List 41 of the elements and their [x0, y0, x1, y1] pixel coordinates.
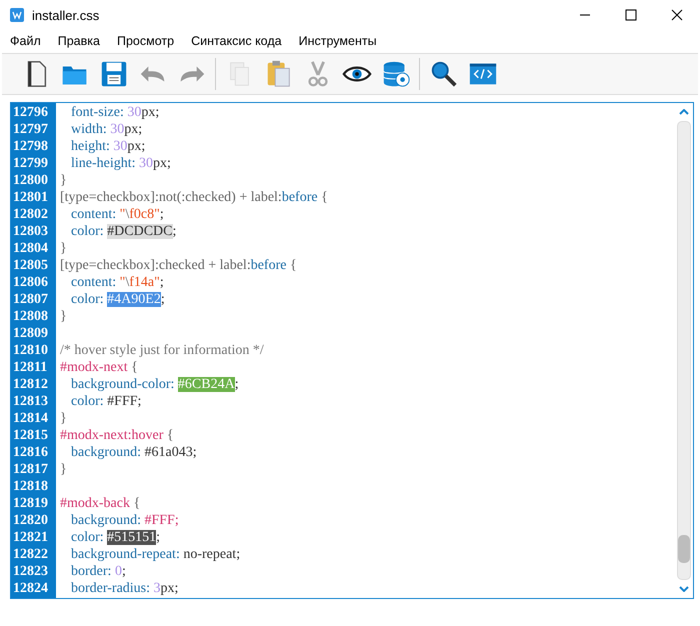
code-line: content: "\f14a"; — [70, 274, 164, 291]
menu-item[interactable]: Инструменты — [290, 34, 386, 48]
code-line: } — [59, 410, 67, 427]
menu-item[interactable]: Просмотр — [108, 34, 184, 48]
code-line: color: #4A90E2; — [70, 291, 165, 308]
code-line: [type=checkbox]:checked + label:before { — [59, 257, 297, 274]
menu-item[interactable]: Синтаксис кода — [183, 34, 291, 48]
code-line: line-height: 30px; — [70, 155, 171, 172]
code-line: color: #515151; — [70, 529, 160, 546]
code-line: content: "\f0c8"; — [70, 206, 164, 223]
app-icon — [10, 8, 24, 22]
code-line: [type=checkbox]:not(:checked) + label:before { — [59, 189, 328, 206]
code-line: background-color: #6CB24A; — [70, 376, 239, 393]
caret-down-icon — [679, 586, 689, 592]
scrollbar-thumb[interactable] — [678, 535, 690, 563]
code-line: } — [59, 240, 67, 257]
code-line: height: 30px; — [70, 138, 146, 155]
code-line: /* hover style just for information */ — [59, 342, 264, 359]
code-line: font-size: 30px; — [70, 104, 160, 121]
code-line: background: #61a043; — [70, 444, 197, 461]
caret-up-icon — [679, 109, 689, 115]
scrollbar-track[interactable] — [677, 121, 691, 580]
code-line: width: 30px; — [70, 121, 142, 138]
code-line: color: #DCDCDC; — [70, 223, 176, 240]
code-line: #modx-next:hover { — [59, 427, 174, 444]
maximize-icon — [625, 9, 637, 21]
code-line: color: #FFF; — [70, 393, 142, 410]
code-line: } — [59, 172, 67, 189]
menu-item[interactable]: Правка — [50, 34, 109, 48]
code-line: #modx-next { — [59, 359, 138, 376]
code-line: background-repeat: no-repeat; — [70, 546, 240, 563]
close-icon — [671, 9, 683, 21]
code-line: border: 0; — [70, 563, 126, 580]
database-eye-icon — [380, 59, 410, 89]
menu-item[interactable]: Файл — [2, 34, 50, 48]
code-line: #modx-back { — [59, 495, 140, 512]
window-title: installer.css — [32, 8, 100, 22]
code-line: } — [59, 461, 67, 478]
code-line: background: #FFF; — [70, 512, 179, 529]
code-line: } — [59, 308, 67, 325]
code-line: border-radius: 3px; — [70, 580, 178, 597]
